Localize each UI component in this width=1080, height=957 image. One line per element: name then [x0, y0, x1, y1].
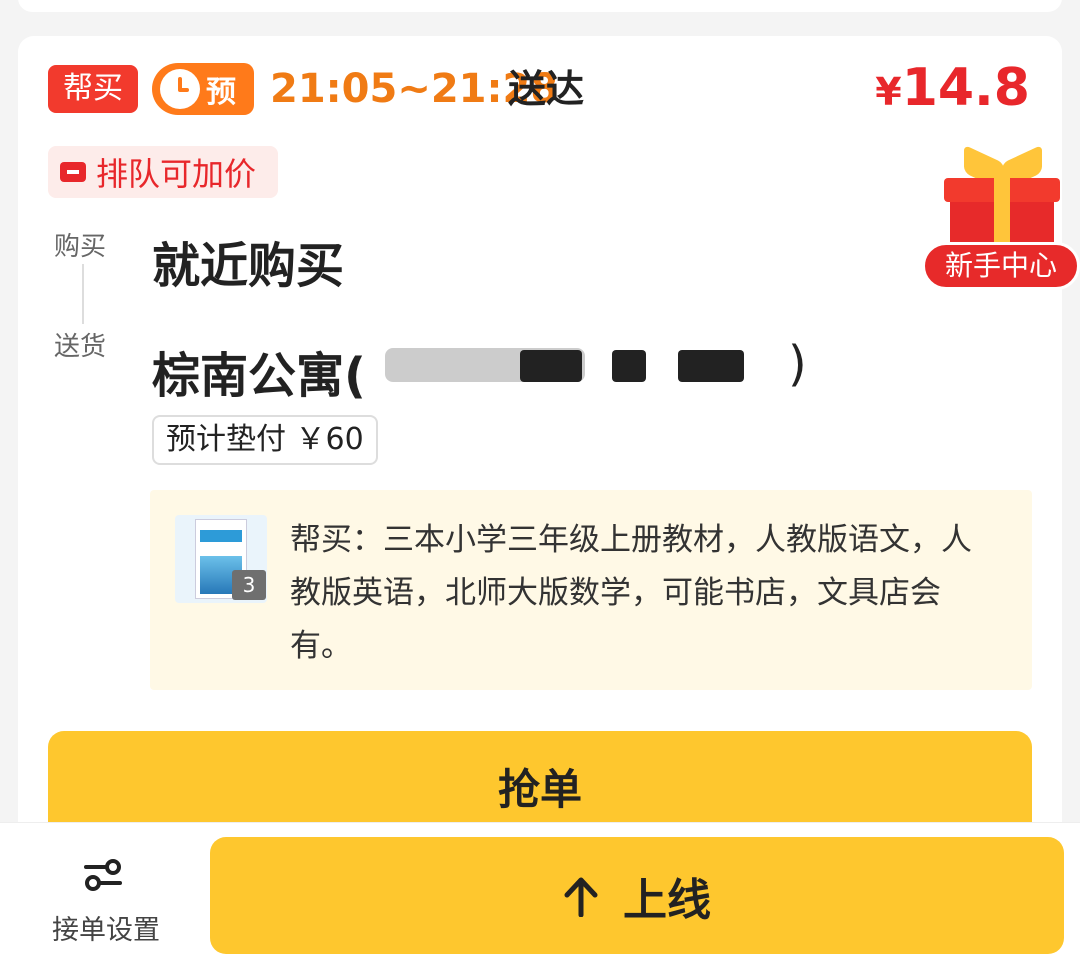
reservation-badge: 预 [152, 63, 254, 115]
order-settings-label: 接单设置 [52, 915, 160, 946]
order-settings-button[interactable]: 接单设置 [44, 854, 168, 946]
ticket-icon [60, 162, 86, 182]
clock-icon [160, 69, 200, 109]
advance-payment-tag: 预计垫付 ￥60 [152, 415, 378, 465]
redacted-address-block [678, 350, 744, 382]
up-arrow-icon [564, 877, 598, 917]
redacted-address-block [612, 350, 646, 382]
newbie-center-button[interactable]: 新手中心 [922, 144, 1080, 290]
toggle-settings-icon [84, 859, 122, 891]
image-count-badge: 3 [232, 570, 266, 600]
order-price: ¥14.8 [875, 58, 1030, 122]
go-online-button[interactable]: 上线 [210, 837, 1064, 954]
queue-surcharge-tag: 排队可加价 [48, 146, 278, 198]
price-value: 14.8 [901, 58, 1030, 118]
purchase-location: 就近购买 [152, 238, 345, 294]
delivery-address-close-paren: ) [788, 336, 807, 392]
price-symbol: ¥ [875, 70, 902, 114]
queue-surcharge-label: 排队可加价 [96, 155, 257, 193]
reservation-label: 预 [206, 75, 236, 110]
go-online-label: 上线 [623, 874, 711, 926]
order-note-text: 帮买：三本小学三年级上册教材，人教版语文，人教版英语，北师大版数学，可能书店，文… [290, 522, 972, 664]
redacted-address-block [520, 350, 582, 382]
delivery-time-suffix: 送达 [508, 67, 585, 111]
route-connector-line [82, 264, 84, 324]
previous-order-card [18, 0, 1062, 12]
delivery-address: 棕南公寓( [152, 348, 366, 404]
side-label-deliver: 送货 [54, 332, 107, 362]
side-label-buy: 购买 [54, 232, 107, 262]
newbie-center-label: 新手中心 [922, 242, 1080, 290]
order-type-badge: 帮买 [48, 65, 138, 113]
